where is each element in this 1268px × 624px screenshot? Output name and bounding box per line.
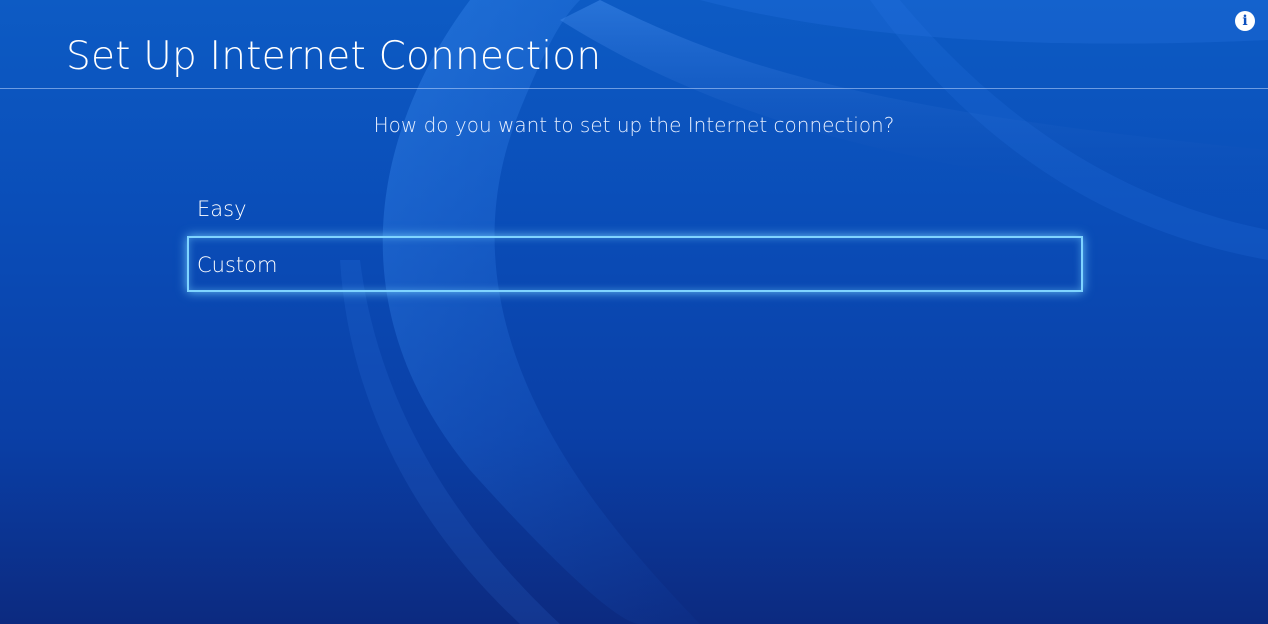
connection-options-list: Easy Custom <box>187 180 1083 292</box>
page-title: Set Up Internet Connection <box>66 34 602 79</box>
option-easy[interactable]: Easy <box>187 180 1083 236</box>
background-waves <box>340 0 1268 624</box>
setup-question: How do you want to set up the Internet c… <box>373 113 895 137</box>
header-bar: Set Up Internet Connection <box>0 0 1268 89</box>
option-custom[interactable]: Custom <box>187 236 1083 292</box>
info-icon[interactable]: i <box>1235 11 1255 31</box>
